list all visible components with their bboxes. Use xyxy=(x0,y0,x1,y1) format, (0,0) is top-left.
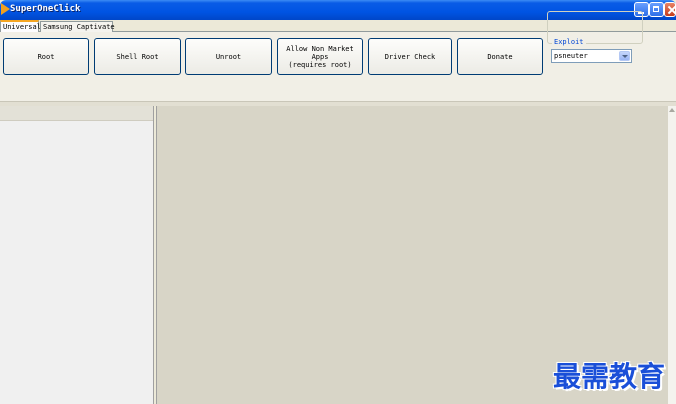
maximize-icon xyxy=(650,3,663,16)
log-scrollbar[interactable] xyxy=(668,106,676,404)
exploit-select[interactable]: psneuter xyxy=(551,49,632,63)
close-button[interactable] xyxy=(664,2,676,17)
device-list-pane[interactable] xyxy=(0,106,154,404)
shell-root-button[interactable]: Shell Root xyxy=(94,38,181,75)
window-title: SuperOneClick xyxy=(10,4,81,14)
watermark-logo: 最需教育 xyxy=(553,360,666,393)
chevron-down-icon[interactable] xyxy=(619,51,630,61)
close-icon xyxy=(665,3,675,16)
tab-samsung-captivate[interactable]: Samsung Captivate xyxy=(40,21,115,32)
root-button[interactable]: Root xyxy=(3,38,89,75)
allow-non-market-apps-button[interactable]: Allow Non Market Apps (requires root) xyxy=(277,38,363,75)
exploit-selected-value: psneuter xyxy=(554,52,588,60)
app-icon xyxy=(1,3,10,15)
maximize-button[interactable] xyxy=(649,2,664,17)
scroll-up-icon[interactable] xyxy=(669,108,675,112)
device-list-header xyxy=(0,106,153,121)
driver-check-button[interactable]: Driver Check xyxy=(368,38,452,75)
exploit-group-label: Exploit xyxy=(552,38,586,46)
donate-button[interactable]: Donate xyxy=(457,38,543,75)
unroot-button[interactable]: Unroot xyxy=(185,38,272,75)
tab-universal[interactable]: Universal xyxy=(0,20,41,32)
